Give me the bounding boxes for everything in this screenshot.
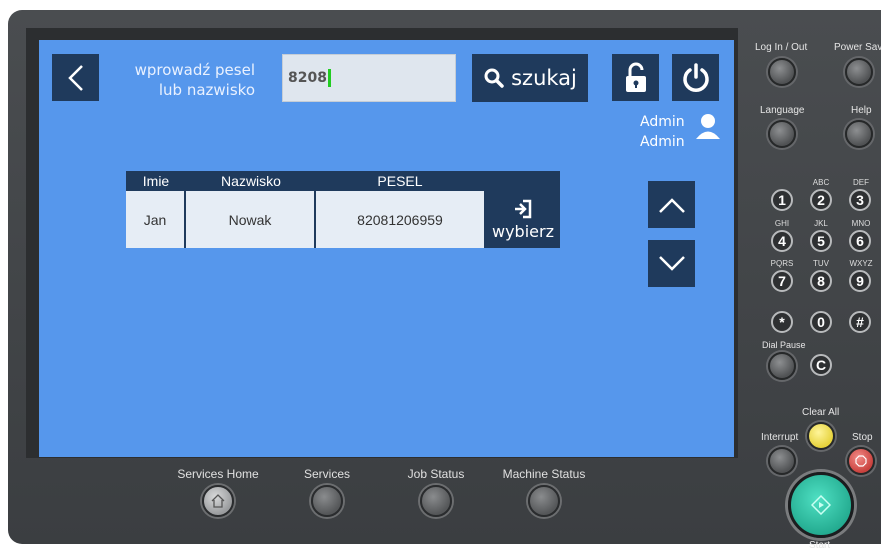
column-header-nazwisko: Nazwisko <box>221 173 281 189</box>
job-status-label: Job Status <box>407 467 465 481</box>
services-home-knob <box>202 485 234 517</box>
power-icon <box>682 62 709 92</box>
sign-in-icon <box>515 199 532 218</box>
chevron-left-icon <box>67 64 83 91</box>
user-first-name: Admin <box>640 114 685 130</box>
column-header-action <box>484 171 560 191</box>
services-label: Services <box>303 467 350 481</box>
search-button[interactable]: szukaj <box>472 54 588 102</box>
select-button-label: wybierz <box>492 221 554 241</box>
user-icon <box>696 114 720 139</box>
lock-button[interactable] <box>612 54 659 101</box>
chevron-down-icon <box>658 255 685 271</box>
search-input[interactable]: 8208 <box>282 54 456 102</box>
services-button[interactable]: Services <box>295 467 359 517</box>
clear-all-button[interactable] <box>807 422 835 450</box>
home-icon <box>211 494 225 508</box>
scroll-down-button[interactable] <box>648 240 695 287</box>
key-6-letters: MNO <box>851 219 871 228</box>
key-9[interactable]: 9 <box>849 270 871 292</box>
machine-status-knob <box>528 485 560 517</box>
help-label: Help <box>851 105 872 116</box>
select-button[interactable]: wybierz <box>486 191 560 248</box>
column-header-pesel: PESEL <box>377 173 423 189</box>
cell-nazwisko: Nowak <box>186 191 316 248</box>
user-last-name: Admin <box>640 134 685 150</box>
chevron-up-icon <box>658 197 685 213</box>
cell-imie: Jan <box>126 191 186 248</box>
services-home-label: Services Home <box>177 467 259 481</box>
dial-pause-label: Dial Pause <box>762 340 806 350</box>
start-button[interactable] <box>788 472 854 538</box>
power-button[interactable] <box>672 54 719 101</box>
table-row[interactable]: Jan Nowak 82081206959 wybierz <box>126 191 560 248</box>
key-7-letters: PQRS <box>770 259 794 268</box>
unlock-icon <box>625 62 646 92</box>
prompt-line-2: lub nazwisko <box>158 81 255 99</box>
key-7[interactable]: 7 <box>771 270 793 292</box>
power-save-label: Power Save <box>834 42 881 53</box>
clear-all-label: Clear All <box>802 407 840 418</box>
interrupt-label: Interrupt <box>761 432 799 443</box>
services-knob <box>311 485 343 517</box>
key-star[interactable]: * <box>771 311 793 333</box>
key-3[interactable]: 3 <box>849 189 871 211</box>
table-header: Imie Nazwisko PESEL <box>126 171 560 191</box>
key-4-letters: GHI <box>774 219 790 228</box>
machine-status-button[interactable]: Machine Status <box>498 467 590 517</box>
power-save-button[interactable] <box>845 58 873 86</box>
key-8[interactable]: 8 <box>810 270 832 292</box>
job-status-button[interactable]: Job Status <box>402 467 470 517</box>
stop-icon <box>855 455 867 467</box>
services-home-button[interactable]: Services Home <box>176 467 260 517</box>
start-label: Start <box>809 540 831 548</box>
cell-pesel: 82081206959 <box>316 191 486 248</box>
key-9-letters: WXYZ <box>849 259 873 268</box>
search-input-value: 8208 <box>288 70 327 86</box>
language-button[interactable] <box>768 120 796 148</box>
stop-label: Stop <box>852 432 873 443</box>
start-icon <box>811 495 831 515</box>
key-0[interactable]: 0 <box>810 311 832 333</box>
help-button[interactable] <box>845 120 873 148</box>
key-5-letters: JKL <box>814 219 828 228</box>
key-6[interactable]: 6 <box>849 230 871 252</box>
key-3-letters: DEF <box>853 178 869 187</box>
touch-screen: wprowadź pesel lub nazwisko 8208 szukaj … <box>39 40 734 457</box>
search-button-label: szukaj <box>511 66 577 90</box>
job-status-knob <box>420 485 452 517</box>
language-label: Language <box>760 105 805 116</box>
results-table: Imie Nazwisko PESEL Jan Nowak 8208120695… <box>126 171 560 248</box>
key-8-letters: TUV <box>813 259 829 268</box>
logged-user: Admin Admin <box>640 112 685 152</box>
back-button[interactable] <box>52 54 99 101</box>
key-2-letters: ABC <box>812 178 830 187</box>
text-caret <box>327 69 331 87</box>
scroll-up-button[interactable] <box>648 181 695 228</box>
login-label: Log In / Out <box>755 42 808 53</box>
prompt-line-1: wprowadź pesel <box>134 61 255 79</box>
search-icon <box>484 68 504 88</box>
login-button[interactable] <box>768 58 796 86</box>
key-1[interactable]: 1 <box>771 189 793 211</box>
interrupt-button[interactable] <box>768 447 796 475</box>
machine-status-label: Machine Status <box>502 467 586 481</box>
key-hash[interactable]: # <box>849 311 871 333</box>
stop-button[interactable] <box>847 447 875 475</box>
key-5[interactable]: 5 <box>810 230 832 252</box>
column-header-imie: Imie <box>142 173 170 189</box>
key-4[interactable]: 4 <box>771 230 793 252</box>
clear-key[interactable]: C <box>810 354 832 376</box>
dial-pause-button[interactable] <box>768 352 796 380</box>
key-2[interactable]: 2 <box>810 189 832 211</box>
search-prompt: wprowadź pesel lub nazwisko <box>113 60 255 100</box>
